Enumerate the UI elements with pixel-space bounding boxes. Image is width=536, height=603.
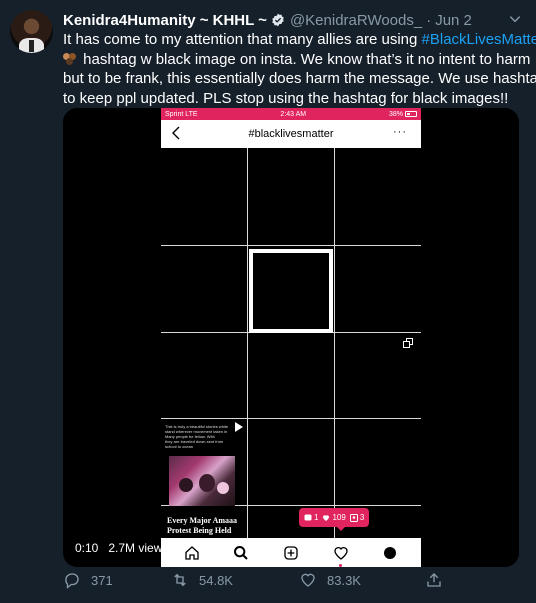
comment-count: 1 (304, 513, 318, 522)
carrier-label: Sprint LTE (165, 110, 198, 118)
tweet-header: Kenidra4Humanity ~ KHHL ~ @KenidraRWoods… (63, 10, 502, 30)
tweet-actions: 371 54.8K 83.3K (63, 571, 525, 595)
new-post-icon (284, 545, 298, 560)
grid-line (161, 245, 421, 246)
avatar[interactable] (10, 10, 53, 53)
tweet-date[interactable]: Jun 2 (435, 12, 472, 29)
like-button[interactable]: 83.3K (299, 571, 361, 589)
video-timestamp: 0:10 2.7M views (75, 541, 168, 555)
person-icon (349, 513, 358, 522)
grid-line (161, 418, 421, 419)
home-icon (185, 545, 199, 560)
comment-icon (304, 514, 312, 520)
reply-icon (65, 573, 79, 589)
activity-notification-bubble: 1 109 3 (299, 508, 370, 531)
post-thumbnail-caption: Every Major Amaaa Protest Being Held (167, 516, 238, 535)
tweet-text: It has come to my attention that many al… (63, 30, 536, 108)
heart-outline-icon (301, 573, 315, 587)
reply-count: 371 (91, 572, 113, 588)
grid-line (334, 148, 335, 538)
like-count: 83.3K (327, 572, 361, 588)
retweet-count: 54.8K (199, 572, 233, 588)
notification-dot (338, 563, 342, 567)
post-thumbnail-text: This is truly a beautiful stories white … (165, 424, 229, 449)
tweet-text-line-2: hashtag w black image on insta. We know … (63, 50, 530, 70)
battery-icon (404, 111, 417, 117)
tweet-text-line-1: It has come to my attention that many al… (63, 30, 536, 50)
share-button[interactable] (425, 571, 443, 589)
raised-fists-emoji-icon (63, 52, 77, 65)
grid-line (247, 148, 248, 538)
black-square-post (249, 249, 333, 333)
activity-heart-icon (333, 545, 349, 567)
heart-icon (323, 514, 330, 521)
instagram-hashtag-title: #blacklivesmatter (248, 128, 334, 140)
more-options-icon: ··· (393, 126, 407, 138)
back-arrow-icon (172, 126, 180, 140)
search-icon (234, 545, 249, 560)
video-elapsed-time: 0:10 (75, 541, 99, 555)
clock-label: 2:43 AM (280, 110, 307, 118)
instagram-tab-bar (161, 538, 421, 567)
tweet-text-line-3: but to be frank, this essentially does h… (63, 70, 536, 87)
chevron-down-icon[interactable] (508, 12, 522, 26)
retweet-icon (174, 573, 186, 587)
instagram-screen-recording: Sprint LTE 2:43 AM 38% #blacklivesmatter… (161, 108, 421, 567)
multiple-photos-icon (403, 338, 413, 348)
phone-status-bar: Sprint LTE 2:43 AM 38% (161, 108, 421, 120)
play-icon (235, 422, 243, 432)
user-handle[interactable]: @KenidraRWoods_ (290, 12, 422, 29)
profile-icon (384, 546, 397, 559)
hashtag-link[interactable]: #BlackLivesMatter (422, 31, 536, 48)
like-count: 109 (322, 513, 346, 522)
verified-badge-icon (272, 13, 284, 27)
video-view-count: 2.7M views (108, 541, 169, 555)
retweet-button[interactable]: 54.8K (171, 571, 233, 589)
instagram-post-grid: This is truly a beautiful stories white … (161, 148, 421, 538)
avatar-tie (29, 40, 34, 52)
battery-indicator: 38% (389, 111, 417, 118)
follow-count: 3 (349, 513, 364, 522)
video-player[interactable]: Sprint LTE 2:43 AM 38% #blacklivesmatter… (63, 108, 519, 567)
display-name[interactable]: Kenidra4Humanity ~ KHHL ~ (63, 12, 267, 29)
separator-dot: · (426, 11, 432, 29)
share-icon (427, 573, 441, 587)
protest-photo (169, 456, 235, 506)
instagram-header: #blacklivesmatter ··· (161, 120, 421, 148)
reply-button[interactable]: 371 (63, 571, 113, 589)
tweet-text-line-4: to keep ppl updated. PLS stop using the … (63, 89, 509, 107)
